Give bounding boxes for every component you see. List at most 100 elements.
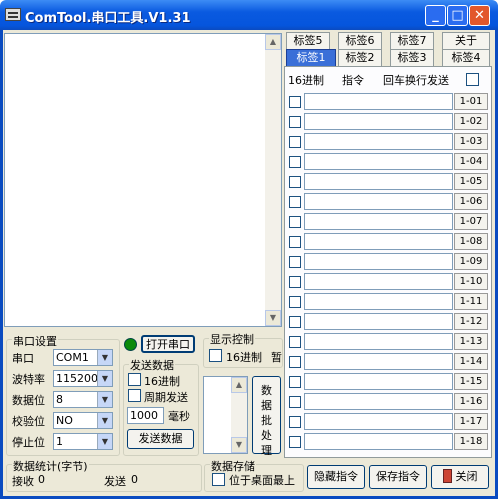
display-hex-checkbox[interactable] — [209, 349, 222, 362]
command-hex-checkbox[interactable] — [289, 336, 301, 348]
port-value: COM1 — [56, 351, 89, 364]
command-hex-checkbox[interactable] — [289, 416, 301, 428]
scroll-down-icon[interactable]: ▼ — [231, 437, 247, 453]
chevron-down-icon[interactable]: ▼ — [97, 350, 112, 365]
command-input[interactable] — [304, 293, 453, 310]
chevron-down-icon[interactable]: ▼ — [97, 413, 112, 428]
command-send-button[interactable]: 1-06 — [454, 193, 488, 210]
command-input[interactable] — [304, 193, 453, 210]
send-textarea[interactable]: ▲ ▼ — [203, 376, 248, 454]
chevron-down-icon[interactable]: ▼ — [97, 392, 112, 407]
command-input[interactable] — [304, 213, 453, 230]
desktop-top-checkbox[interactable] — [212, 473, 225, 486]
command-input[interactable] — [304, 433, 453, 450]
command-send-button[interactable]: 1-02 — [454, 113, 488, 130]
tab-6[interactable]: 标签6 — [338, 32, 382, 49]
save-commands-button[interactable]: 保存指令 — [369, 465, 427, 489]
command-send-button[interactable]: 1-09 — [454, 253, 488, 270]
pause-label[interactable]: 暂 — [271, 349, 283, 365]
command-send-button[interactable]: 1-04 — [454, 153, 488, 170]
command-send-button[interactable]: 1-15 — [454, 373, 488, 390]
tab-5[interactable]: 标签5 — [286, 32, 330, 49]
periodic-send-checkbox[interactable] — [128, 389, 141, 402]
minimize-button[interactable]: _ — [425, 5, 446, 26]
command-input[interactable] — [304, 333, 453, 350]
databits-select[interactable]: 8 ▼ — [53, 391, 113, 408]
command-send-button[interactable]: 1-08 — [454, 233, 488, 250]
command-send-button[interactable]: 1-11 — [454, 293, 488, 310]
command-send-button[interactable]: 1-12 — [454, 313, 488, 330]
title-bar[interactable]: ComTool.串口工具.V1.31 _ □ ✕ — [0, 0, 498, 30]
command-hex-checkbox[interactable] — [289, 176, 301, 188]
crlf-checkbox[interactable] — [466, 73, 479, 86]
command-send-button[interactable]: 1-14 — [454, 353, 488, 370]
close-window-button[interactable]: ✕ — [469, 5, 490, 26]
command-hex-checkbox[interactable] — [289, 316, 301, 328]
command-send-button[interactable]: 1-17 — [454, 413, 488, 430]
command-input[interactable] — [304, 413, 453, 430]
command-send-button[interactable]: 1-18 — [454, 433, 488, 450]
period-input[interactable]: 1000 — [127, 407, 164, 424]
command-hex-checkbox[interactable] — [289, 436, 301, 448]
stopbits-select[interactable]: 1 ▼ — [53, 433, 113, 450]
batch-process-button[interactable]: 数 据 批 处 理 — [252, 376, 281, 457]
hide-commands-button[interactable]: 隐藏指令 — [307, 465, 365, 489]
parity-select[interactable]: NO ▼ — [53, 412, 113, 429]
command-send-button[interactable]: 1-16 — [454, 393, 488, 410]
receive-textarea[interactable]: ▲ ▼ — [4, 33, 282, 327]
command-hex-checkbox[interactable] — [289, 116, 301, 128]
command-send-button[interactable]: 1-13 — [454, 333, 488, 350]
send-data-button[interactable]: 发送数据 — [127, 429, 194, 449]
command-hex-checkbox[interactable] — [289, 256, 301, 268]
command-input[interactable] — [304, 393, 453, 410]
send-hex-checkbox[interactable] — [128, 373, 141, 386]
receive-scrollbar[interactable]: ▲ ▼ — [265, 34, 281, 326]
command-send-button[interactable]: 1-07 — [454, 213, 488, 230]
scroll-down-icon[interactable]: ▼ — [265, 310, 281, 326]
command-hex-checkbox[interactable] — [289, 356, 301, 368]
command-input[interactable] — [304, 173, 453, 190]
chevron-down-icon[interactable]: ▼ — [97, 434, 112, 449]
command-hex-checkbox[interactable] — [289, 236, 301, 248]
command-send-button[interactable]: 1-10 — [454, 273, 488, 290]
command-send-button[interactable]: 1-03 — [454, 133, 488, 150]
command-input[interactable] — [304, 273, 453, 290]
port-select[interactable]: COM1 ▼ — [53, 349, 113, 366]
command-send-button[interactable]: 1-05 — [454, 173, 488, 190]
command-hex-checkbox[interactable] — [289, 296, 301, 308]
tab-1[interactable]: 标签1 — [286, 49, 336, 66]
tab-3[interactable]: 标签3 — [390, 49, 434, 66]
tab-4[interactable]: 标签4 — [442, 49, 490, 66]
command-hex-checkbox[interactable] — [289, 156, 301, 168]
command-input[interactable] — [304, 133, 453, 150]
command-hex-checkbox[interactable] — [289, 196, 301, 208]
command-input[interactable] — [304, 313, 453, 330]
batch-char: 数 — [261, 384, 272, 397]
command-input[interactable] — [304, 93, 453, 110]
close-app-button[interactable]: 关闭 — [431, 465, 489, 489]
command-hex-checkbox[interactable] — [289, 136, 301, 148]
open-port-button[interactable]: 打开串口 — [141, 335, 195, 353]
command-hex-checkbox[interactable] — [289, 216, 301, 228]
command-hex-checkbox[interactable] — [289, 276, 301, 288]
command-input[interactable] — [304, 353, 453, 370]
command-input[interactable] — [304, 113, 453, 130]
chevron-down-icon[interactable]: ▼ — [97, 371, 112, 386]
scroll-up-icon[interactable]: ▲ — [265, 34, 281, 50]
baud-select[interactable]: 115200 ▼ — [53, 370, 113, 387]
tab-2[interactable]: 标签2 — [338, 49, 382, 66]
tab-about[interactable]: 关于 — [442, 32, 490, 49]
maximize-button[interactable]: □ — [447, 5, 468, 26]
send-scrollbar[interactable]: ▲ ▼ — [231, 377, 247, 453]
scroll-up-icon[interactable]: ▲ — [231, 377, 247, 393]
tab-7[interactable]: 标签7 — [390, 32, 434, 49]
command-input[interactable] — [304, 373, 453, 390]
command-send-button[interactable]: 1-01 — [454, 93, 488, 110]
command-input[interactable] — [304, 253, 453, 270]
command-hex-checkbox[interactable] — [289, 96, 301, 108]
command-hex-checkbox[interactable] — [289, 396, 301, 408]
command-input[interactable] — [304, 233, 453, 250]
command-input[interactable] — [304, 153, 453, 170]
stopbits-value: 1 — [56, 435, 63, 448]
command-hex-checkbox[interactable] — [289, 376, 301, 388]
